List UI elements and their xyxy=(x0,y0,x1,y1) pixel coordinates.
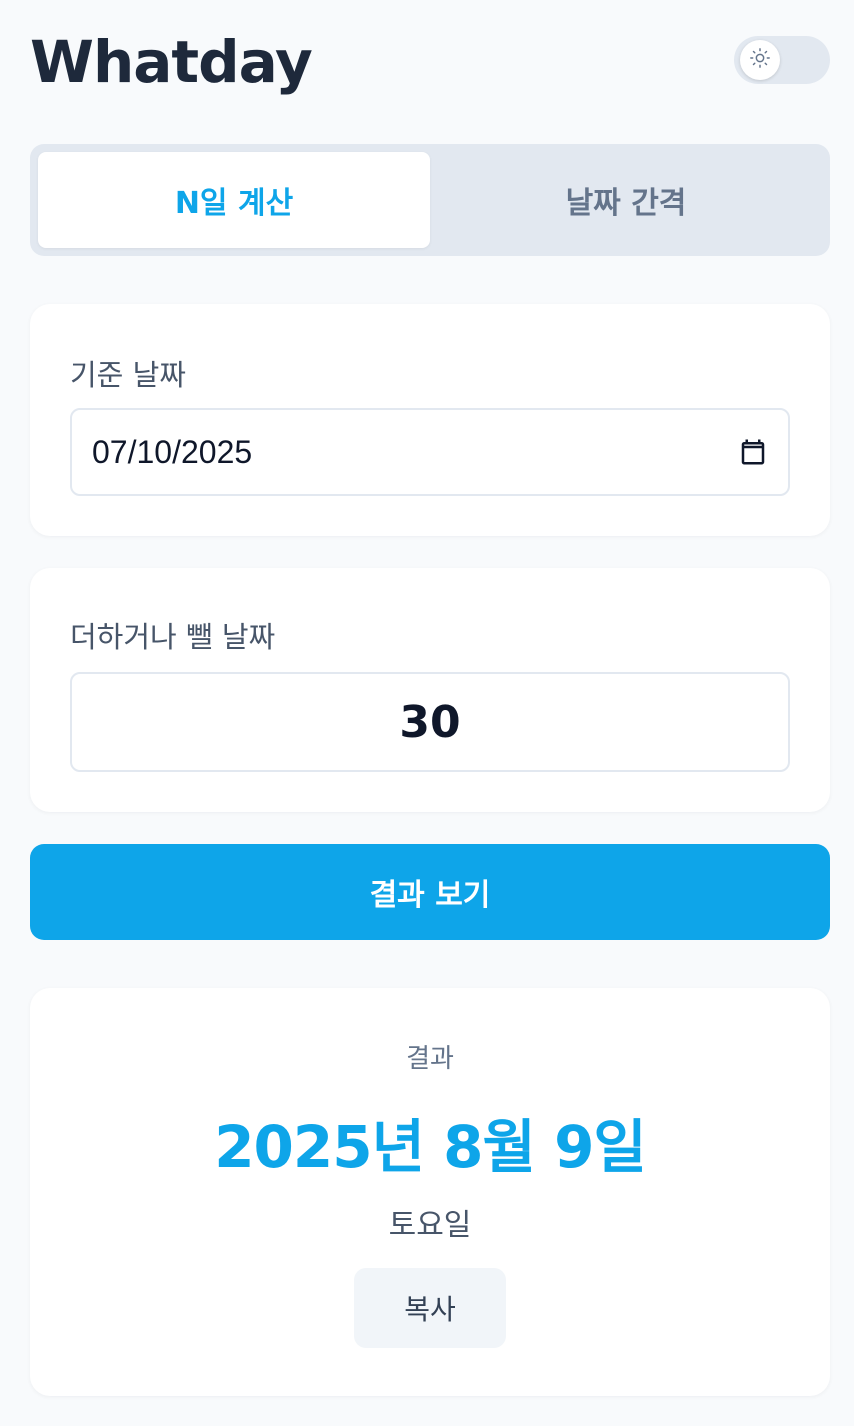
days-offset-card: 더하거나 뺄 날짜 30 xyxy=(30,568,830,812)
base-date-input[interactable]: 07/10/2025 xyxy=(70,408,790,496)
result-label: 결과 xyxy=(406,1044,454,1074)
result-card: 결과 2025년 8월 9일 토요일 복사 xyxy=(30,988,830,1396)
header: Whatday xyxy=(30,28,830,96)
days-offset-input[interactable]: 30 xyxy=(70,672,790,772)
tab-n-day-calc[interactable]: N일 계산 xyxy=(38,152,430,248)
app-title: Whatday xyxy=(30,28,313,96)
result-date: 2025년 8월 9일 xyxy=(214,1113,647,1181)
sun-icon xyxy=(749,47,771,73)
mode-tabs: N일 계산 날짜 간격 xyxy=(30,144,830,256)
copy-button[interactable]: 복사 xyxy=(354,1268,506,1348)
theme-toggle[interactable] xyxy=(734,36,830,84)
base-date-card: 기준 날짜 07/10/2025 xyxy=(30,304,830,536)
toggle-knob xyxy=(740,40,780,80)
base-date-value: 07/10/2025 xyxy=(92,433,253,470)
show-result-button[interactable]: 결과 보기 xyxy=(30,844,830,940)
base-date-label: 기준 날짜 xyxy=(70,358,186,392)
result-weekday: 토요일 xyxy=(388,1208,472,1243)
app-container: Whatday N일 계산 날짜 간격 기준 날짜 07/10/2025 더하거… xyxy=(0,0,854,1426)
days-offset-label: 더하거나 뺄 날짜 xyxy=(70,620,276,654)
calendar-icon[interactable] xyxy=(738,437,768,467)
tab-date-interval[interactable]: 날짜 간격 xyxy=(430,152,822,248)
